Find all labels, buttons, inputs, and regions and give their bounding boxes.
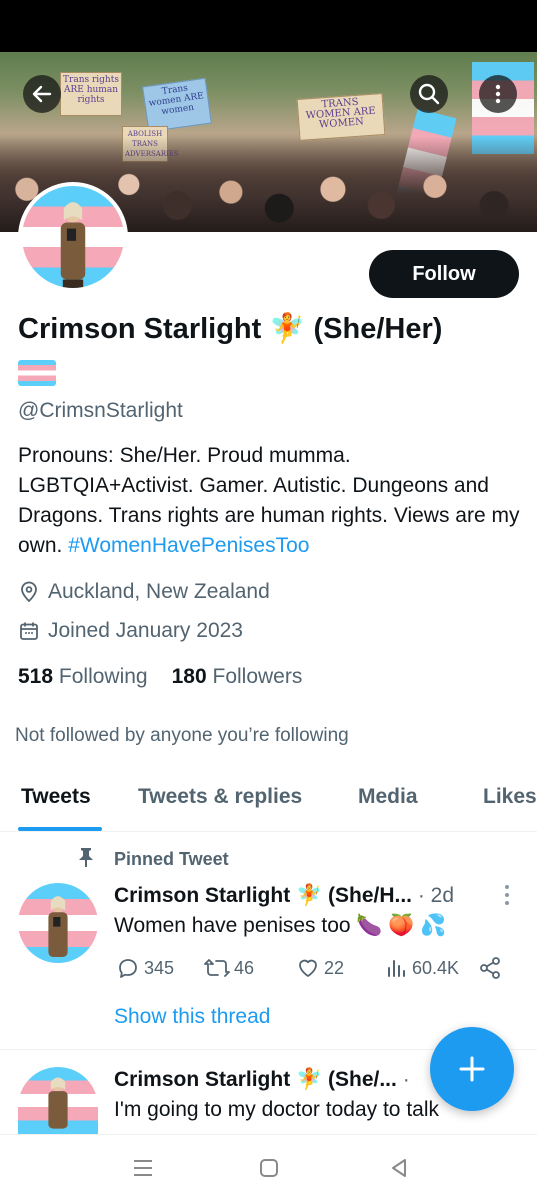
pinned-label: Pinned Tweet xyxy=(114,849,229,869)
follow-counts: 518 Following 180 Followers xyxy=(18,665,302,689)
trans-flag-emoji xyxy=(18,360,56,386)
tab-tweets[interactable]: Tweets xyxy=(21,785,91,809)
following-label: Following xyxy=(58,665,148,688)
person-photo xyxy=(60,202,86,288)
profile-avatar[interactable] xyxy=(18,182,128,292)
views-button[interactable]: 60.4K xyxy=(386,956,459,980)
calendar-icon xyxy=(18,620,40,642)
tab-likes[interactable]: Likes xyxy=(483,785,537,809)
retweet-button[interactable]: 46 xyxy=(204,956,254,980)
tweet-text: I'm going to my doctor today to talk xyxy=(114,1098,439,1121)
back-icon xyxy=(392,1159,406,1177)
tweet-author: Crimson Starlight 🧚 (She/H... xyxy=(114,884,413,907)
following-count: 518 xyxy=(18,665,54,688)
reply-count: 345 xyxy=(144,957,175,978)
system-back-button[interactable] xyxy=(386,1155,412,1181)
tweet-text: Women have penises too 🍆 🍑 💦 xyxy=(114,914,447,937)
tweet-actions: 345 46 22 60.4K xyxy=(114,956,504,984)
system-navigation-bar xyxy=(0,1134,537,1200)
pinned-label-row: Pinned Tweet xyxy=(78,847,229,872)
retweet-icon xyxy=(204,959,230,977)
followers-count: 180 xyxy=(171,665,207,688)
location-text: Auckland, New Zealand xyxy=(48,580,270,603)
tweet-avatar[interactable] xyxy=(18,883,98,963)
like-button[interactable]: 22 xyxy=(296,956,344,980)
share-button[interactable] xyxy=(478,956,502,980)
person-photo xyxy=(48,895,68,957)
tweet-more-icon[interactable] xyxy=(502,884,512,906)
location-row: Auckland, New Zealand xyxy=(18,580,270,604)
retweet-count: 46 xyxy=(234,957,255,978)
more-vertical-icon xyxy=(495,84,501,104)
username-handle: @CrimsnStarlight xyxy=(18,399,183,422)
search-icon xyxy=(418,83,440,105)
joined-row: Joined January 2023 xyxy=(18,619,243,643)
pin-icon xyxy=(78,847,100,872)
recents-icon xyxy=(134,1160,152,1176)
home-icon xyxy=(260,1159,278,1177)
tweet-author: Crimson Starlight 🧚 (She/... xyxy=(114,1068,397,1091)
plus-icon xyxy=(459,1056,485,1082)
search-button[interactable] xyxy=(410,75,448,113)
location-pin-icon xyxy=(18,581,40,603)
back-button[interactable] xyxy=(23,75,61,113)
protest-sign: Trans rights ARE human rights xyxy=(60,72,122,116)
tab-tweets-replies[interactable]: Tweets & replies xyxy=(138,785,302,809)
profile-tabs: Tweets Tweets & replies Media Likes xyxy=(0,775,537,832)
person-photo xyxy=(48,1077,68,1129)
like-count: 22 xyxy=(324,957,345,978)
followers-label: Followers xyxy=(212,665,303,688)
joined-date: Joined January 2023 xyxy=(48,619,243,642)
profile-bio: Pronouns: She/Her. Proud mumma. LGBTQIA+… xyxy=(18,441,523,561)
tweet-author-row[interactable]: Crimson Starlight 🧚 (She/H... · 2d xyxy=(114,884,454,908)
tweet-avatar[interactable] xyxy=(18,1067,98,1134)
views-chart-icon xyxy=(388,960,405,977)
compose-tweet-button[interactable] xyxy=(430,1027,514,1111)
bio-hashtag-link[interactable]: #WomenHavePenisesToo xyxy=(68,534,309,557)
more-button[interactable] xyxy=(479,75,517,113)
tweet-time: · xyxy=(402,1068,410,1091)
active-tab-indicator xyxy=(18,827,102,831)
view-count: 60.4K xyxy=(412,957,460,978)
home-button[interactable] xyxy=(256,1155,282,1181)
show-thread-link[interactable]: Show this thread xyxy=(114,1005,270,1029)
not-followed-notice: Not followed by anyone you’re following xyxy=(15,725,349,746)
tweet-time: · 2d xyxy=(417,884,455,907)
reply-button[interactable]: 345 xyxy=(116,956,174,980)
protest-sign: Trans women ARE women xyxy=(142,77,212,133)
protest-sign: TRANS WOMEN ARE WOMEN xyxy=(296,93,386,141)
status-bar xyxy=(0,0,537,52)
recents-button[interactable] xyxy=(130,1155,156,1181)
followers-link[interactable]: 180 Followers xyxy=(172,665,303,689)
share-icon xyxy=(480,957,500,979)
reply-icon xyxy=(119,959,137,978)
following-link[interactable]: 518 Following xyxy=(18,665,148,689)
heart-icon xyxy=(299,959,317,977)
display-name: Crimson Starlight 🧚 (She/Her) xyxy=(18,313,443,345)
tab-media[interactable]: Media xyxy=(358,785,418,809)
arrow-left-icon xyxy=(32,85,52,103)
follow-button[interactable]: Follow xyxy=(369,250,519,298)
tweet-author-row[interactable]: Crimson Starlight 🧚 (She/... · xyxy=(114,1068,410,1092)
